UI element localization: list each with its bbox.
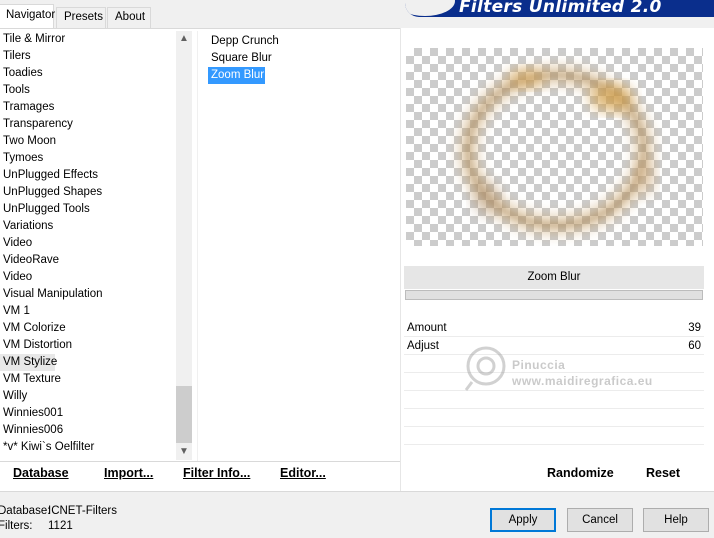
category-item[interactable]: UnPlugged Effects	[0, 167, 176, 184]
category-item[interactable]: Two Moon	[0, 133, 176, 150]
param-empty-row	[404, 428, 704, 445]
scroll-down-arrow-icon[interactable]: ▼	[176, 444, 192, 460]
watermark-logo-icon	[464, 346, 506, 391]
param-value[interactable]: 60	[688, 338, 701, 355]
status-database-value: ICNET-Filters	[48, 505, 117, 517]
filter-info-button[interactable]: Filter Info...	[183, 466, 250, 480]
watermark-name: Pinuccia	[512, 358, 566, 372]
watermark: Pinuccia www.maidiregrafica.eu	[462, 344, 682, 392]
category-item[interactable]: Variations	[0, 218, 176, 235]
panel-divider	[400, 28, 401, 491]
watermark-site: www.maidiregrafica.eu	[512, 374, 653, 388]
tab-presets[interactable]: Presets	[56, 7, 106, 28]
filter-list[interactable]: Depp Crunch Square Blur Zoom Blur	[208, 33, 394, 84]
category-item[interactable]: Tilers	[0, 48, 176, 65]
scrollbar-thumb[interactable]	[176, 386, 192, 443]
category-item-selected[interactable]: VM Stylize	[0, 354, 57, 371]
cancel-button[interactable]: Cancel	[567, 508, 633, 532]
category-item[interactable]: Winnies006	[0, 422, 176, 439]
list-gap	[192, 31, 200, 462]
status-database-label: Database:	[0, 505, 51, 517]
filter-item-selected[interactable]: Zoom Blur	[208, 67, 265, 84]
filter-info-button-label: Filter Info...	[183, 466, 251, 480]
status-filters-label: Filters:	[0, 520, 33, 532]
category-item[interactable]: VM Texture	[0, 371, 176, 388]
progress-bar	[405, 290, 703, 300]
param-label: Adjust	[407, 340, 439, 352]
category-item[interactable]: VM Distortion	[0, 337, 176, 354]
tab-about[interactable]: About	[107, 7, 151, 28]
list-bottom-border	[0, 461, 400, 462]
category-item[interactable]: Tile & Mirror	[0, 31, 176, 48]
filter-item[interactable]: Square Blur	[208, 50, 394, 67]
help-button[interactable]: Help	[643, 508, 709, 532]
category-list[interactable]: Tile & Mirror Tilers Toadies Tools Trama…	[0, 31, 176, 458]
import-button[interactable]: Import...	[104, 466, 153, 480]
status-filters-value: 1121	[48, 520, 73, 532]
param-label: Amount	[407, 322, 447, 334]
editor-button-label: Editor...	[280, 466, 326, 480]
param-amount[interactable]: Amount 39	[404, 320, 704, 337]
category-item[interactable]: Tymoes	[0, 150, 176, 167]
filter-title: Zoom Blur	[404, 266, 704, 289]
category-item[interactable]: VM Colorize	[0, 320, 176, 337]
param-value[interactable]: 39	[688, 320, 701, 337]
editor-button[interactable]: Editor...	[280, 466, 326, 480]
category-item[interactable]: UnPlugged Shapes	[0, 184, 176, 201]
database-button-label: Database	[13, 466, 69, 480]
main-bottom-border	[0, 491, 714, 492]
category-item[interactable]: Video	[0, 269, 176, 286]
category-item[interactable]: Toadies	[0, 65, 176, 82]
scroll-up-arrow-icon[interactable]: ▲	[176, 31, 192, 47]
category-item[interactable]: Visual Manipulation	[0, 286, 176, 303]
filter-item[interactable]: Depp Crunch	[208, 33, 394, 50]
import-button-label: Import...	[104, 466, 154, 480]
category-item[interactable]: VM 1	[0, 303, 176, 320]
list-divider	[197, 31, 198, 462]
preview-image[interactable]	[406, 48, 703, 246]
category-item[interactable]: Tramages	[0, 99, 176, 116]
param-empty-row	[404, 410, 704, 427]
database-button[interactable]: Database	[13, 466, 69, 480]
category-item[interactable]: VideoRave	[0, 252, 176, 269]
category-item[interactable]: Video	[0, 235, 176, 252]
category-item[interactable]: Willy	[0, 388, 176, 405]
tab-navigator[interactable]: Navigator	[0, 4, 55, 28]
category-item[interactable]: Winnies001	[0, 405, 176, 422]
category-item[interactable]: Tools	[0, 82, 176, 99]
zoom-blur-preview	[460, 67, 656, 233]
category-item[interactable]: *v* Kiwi`s Oelfilter	[0, 439, 176, 456]
category-item[interactable]: UnPlugged Tools	[0, 201, 176, 218]
param-empty-row	[404, 392, 704, 409]
banner: Filters Unlimited 2.0	[405, 0, 714, 17]
randomize-button[interactable]: Randomize	[547, 466, 614, 480]
category-item[interactable]: Transparency	[0, 116, 176, 133]
reset-button[interactable]: Reset	[646, 466, 680, 480]
category-scrollbar[interactable]: ▲ ▼	[176, 31, 192, 460]
banner-title: Filters Unlimited 2.0	[459, 0, 662, 17]
apply-button[interactable]: Apply	[490, 508, 556, 532]
